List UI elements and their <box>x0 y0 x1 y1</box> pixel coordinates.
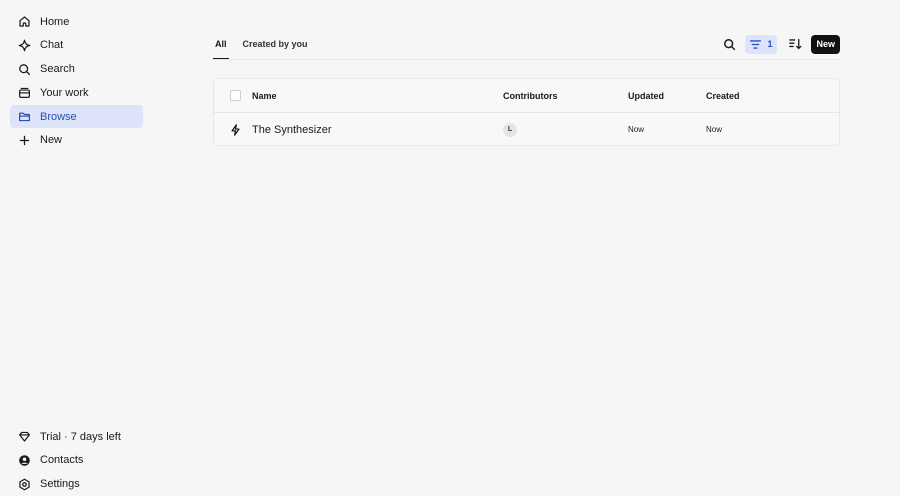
sidebar-item-search[interactable]: Search <box>10 58 143 81</box>
column-header-updated[interactable]: Updated <box>628 79 664 112</box>
sidebar-item-browse[interactable]: Browse <box>10 105 143 129</box>
sidebar-item-label: Your work <box>40 86 89 99</box>
filter-count: 1 <box>767 39 773 49</box>
gem-icon <box>18 430 31 443</box>
new-button[interactable]: New <box>811 34 840 54</box>
sparkle-icon <box>18 39 31 52</box>
column-header-created[interactable]: Created <box>706 79 740 112</box>
sort-button[interactable] <box>787 36 803 52</box>
table-row[interactable]: The Synthesizer L Now Now <box>214 113 839 146</box>
created-time: Now <box>706 125 723 134</box>
filter-button[interactable]: 1 <box>745 34 778 54</box>
contributors-cell: L <box>503 113 517 146</box>
sidebar-item-label: New <box>40 134 63 147</box>
sidebar-item-new[interactable]: New <box>10 129 143 152</box>
column-header-name[interactable]: Name <box>252 79 277 112</box>
folder-icon <box>18 110 31 123</box>
sidebar-item-trial[interactable]: Trial · 7 days left <box>10 425 143 448</box>
filter-icon <box>750 39 762 49</box>
tab-created-by-you[interactable]: Created by you <box>241 34 310 60</box>
gear-icon <box>18 478 31 491</box>
main-content: All Created by you 1 New Name Contributo… <box>213 0 840 484</box>
sidebar-item-label: Home <box>40 15 70 28</box>
tab-all[interactable]: All <box>213 34 229 60</box>
select-all-cell <box>230 79 241 112</box>
sidebar-item-label: Settings <box>40 478 80 491</box>
sidebar-item-chat[interactable]: Chat <box>10 34 143 57</box>
sidebar-item-label: Contacts <box>40 454 84 467</box>
items-table: Name Contributors Updated Created The Sy… <box>213 78 840 146</box>
sidebar-item-contacts[interactable]: Contacts <box>10 449 143 472</box>
sort-icon <box>789 38 802 50</box>
tab-bar: All Created by you <box>213 34 322 60</box>
stack-icon <box>18 86 31 99</box>
sidebar-item-label: Search <box>40 63 75 76</box>
item-name[interactable]: The Synthesizer <box>252 113 331 146</box>
item-type-cell <box>230 113 241 146</box>
sidebar-item-settings[interactable]: Settings <box>10 473 143 496</box>
sidebar-item-label: Trial · 7 days left <box>40 430 121 443</box>
sidebar-bottom-nav: Trial · 7 days left Contacts Settings <box>10 425 143 496</box>
sidebar-item-label: Chat <box>40 39 64 52</box>
sidebar-item-home[interactable]: Home <box>10 10 143 33</box>
avatar: L <box>503 122 517 137</box>
tab-divider <box>213 59 840 60</box>
updated-time: Now <box>628 125 645 134</box>
sidebar-item-label: Browse <box>40 110 77 123</box>
lightning-icon <box>231 123 240 136</box>
sidebar: Home Chat Search Your work Browse New Tr… <box>0 0 152 490</box>
contact-icon <box>18 454 31 467</box>
search-icon <box>724 38 736 50</box>
plus-icon <box>18 134 31 147</box>
home-icon <box>18 15 31 28</box>
search-icon <box>18 63 31 76</box>
table-header: Name Contributors Updated Created <box>214 79 839 113</box>
sidebar-nav: Home Chat Search Your work Browse New <box>10 10 143 153</box>
sidebar-item-your-work[interactable]: Your work <box>10 81 143 104</box>
search-button[interactable] <box>721 36 737 52</box>
toolbar: 1 New <box>711 34 840 54</box>
column-header-contributors[interactable]: Contributors <box>503 79 558 112</box>
select-all-checkbox[interactable] <box>230 90 241 101</box>
